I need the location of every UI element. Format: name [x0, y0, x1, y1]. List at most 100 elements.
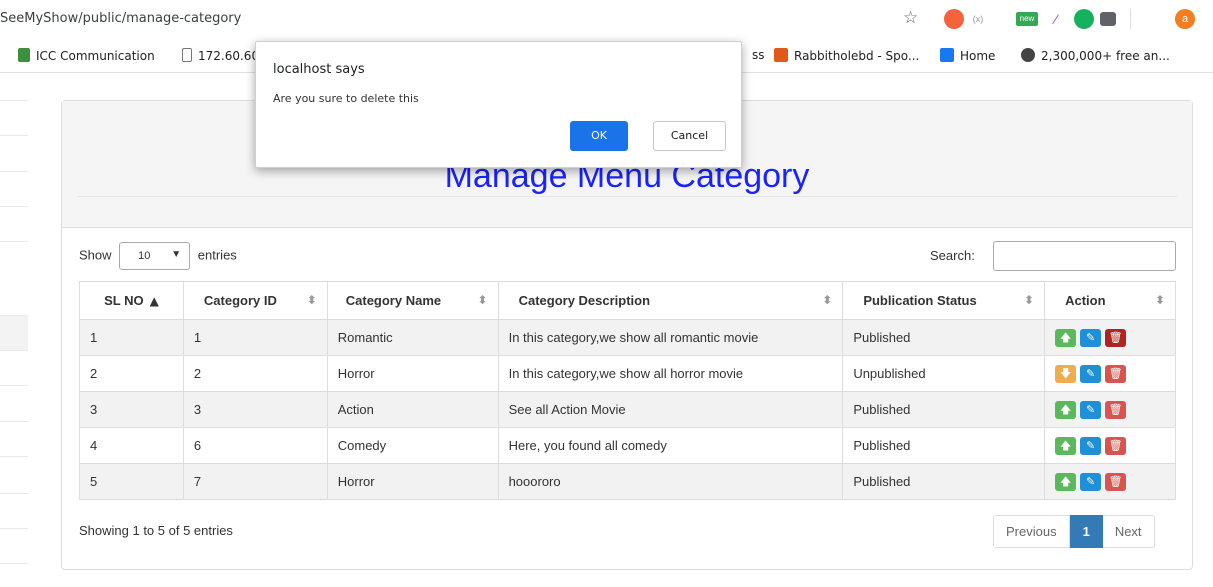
cell-category-name: Comedy	[326, 427, 499, 464]
cell-action: 🡅 ✎ 🗑	[1044, 391, 1176, 428]
search-label: Search:	[930, 248, 975, 263]
grammarly-icon[interactable]	[1074, 9, 1094, 29]
publish-button[interactable]: 🡇	[1055, 364, 1077, 383]
bookmark-label: 172.60.60	[198, 49, 260, 63]
cell-sl-no: 2	[79, 355, 184, 392]
site-icon	[1021, 48, 1035, 62]
cell-category-description: In this category,we show all horror movi…	[497, 355, 844, 392]
column-header-category-description[interactable]: Category Description ⬍	[497, 281, 844, 320]
cancel-button[interactable]: Cancel	[653, 121, 726, 151]
bookmark-label: 2,300,000+ free an...	[1041, 49, 1170, 63]
column-header-publication-status[interactable]: Publication Status ⬍	[842, 281, 1046, 320]
extension-icon[interactable]	[944, 9, 964, 29]
entries-select[interactable]: 10 ▼	[119, 242, 191, 270]
unpublish-button[interactable]: 🡅	[1055, 400, 1077, 419]
bookmark-label: ss	[752, 48, 765, 62]
cell-publication-status: Published	[842, 427, 1046, 464]
browser-address-bar: SeeMyShow/public/manage-category ☆ (x) n…	[0, 0, 1213, 37]
edit-button[interactable]: ✎	[1080, 436, 1102, 455]
camera-icon[interactable]	[1100, 12, 1116, 26]
table-row: 3 3 Action See all Action Movie Publishe…	[79, 391, 1176, 428]
bookmark-label: Home	[960, 49, 996, 63]
delete-button[interactable]: 🗑	[1105, 436, 1127, 455]
divider	[0, 171, 28, 172]
column-header-sl-no[interactable]: SL NO ▲	[79, 281, 184, 320]
sidebar-gutter	[0, 73, 28, 587]
delete-button[interactable]: 🗑	[1105, 400, 1127, 419]
entries-label: entries	[197, 247, 237, 263]
edit-button[interactable]: ✎	[1080, 328, 1102, 347]
edit-button[interactable]: ✎	[1080, 472, 1102, 491]
entries-length-control: Show 10 ▼ entries	[79, 242, 237, 270]
bookmark-ip[interactable]: 172.60.60	[182, 48, 259, 63]
edit-button[interactable]: ✎	[1080, 364, 1102, 383]
cell-publication-status: Published	[842, 463, 1046, 500]
dialog-title: localhost says	[273, 62, 365, 77]
profile-avatar[interactable]: a	[1175, 9, 1195, 29]
column-header-category-id[interactable]: Category ID ⬍	[182, 281, 328, 320]
ok-button[interactable]: OK	[570, 121, 628, 151]
bookmark-rabbithole[interactable]: Rabbitholebd - Spo...	[774, 48, 919, 63]
column-header-action[interactable]: Action ⬍	[1044, 281, 1176, 320]
cell-category-description: See all Action Movie	[497, 391, 844, 428]
sort-asc-icon: ▲	[149, 294, 159, 308]
previous-page-button[interactable]: Previous	[993, 515, 1070, 548]
bookmark-home[interactable]: Home	[940, 48, 995, 63]
cell-sl-no: 5	[79, 463, 184, 500]
cell-category-description: In this category,we show all romantic mo…	[497, 319, 844, 356]
divider	[0, 350, 28, 351]
cell-action: 🡅 ✎ 🗑	[1044, 319, 1176, 356]
cell-category-description: hooororo	[497, 463, 844, 500]
edit-button[interactable]: ✎	[1080, 400, 1102, 419]
delete-button[interactable]: 🗑	[1105, 328, 1127, 347]
cell-category-id: 7	[182, 463, 328, 500]
extension-icon[interactable]: (x)	[968, 9, 988, 29]
divider	[0, 563, 28, 564]
divider	[0, 206, 28, 207]
unpublish-button[interactable]: 🡅	[1055, 472, 1077, 491]
sort-icon: ⬍	[1154, 293, 1165, 307]
cell-category-name: Romantic	[326, 319, 499, 356]
cell-category-name: Horror	[326, 355, 499, 392]
show-label: Show	[79, 247, 112, 263]
feather-extension-icon[interactable]: ⁄	[1046, 9, 1066, 29]
divider	[0, 100, 28, 101]
divider	[0, 385, 28, 386]
column-header-category-name[interactable]: Category Name ⬍	[326, 281, 499, 320]
page-icon	[182, 48, 192, 62]
sidebar-highlight	[0, 316, 28, 350]
next-page-button[interactable]: Next	[1102, 515, 1155, 548]
page-1-button[interactable]: 1	[1069, 515, 1103, 548]
cell-category-id: 1	[182, 319, 328, 356]
delete-button[interactable]: 🗑	[1105, 472, 1127, 491]
table-row: 1 1 Romantic In this category,we show al…	[79, 319, 1176, 356]
bookmark-label: Rabbitholebd - Spo...	[794, 49, 920, 63]
chevron-down-icon: ▼	[171, 249, 182, 260]
cell-action: 🡅 ✎ 🗑	[1044, 463, 1176, 500]
divider	[0, 493, 28, 494]
divider	[0, 241, 28, 242]
unpublish-button[interactable]: 🡅	[1055, 328, 1077, 347]
table-info: Showing 1 to 5 of 5 entries	[79, 523, 233, 538]
divider	[0, 315, 28, 316]
bookmark-ss[interactable]: ss	[752, 48, 765, 62]
cell-category-name: Horror	[326, 463, 499, 500]
column-header-label: Action	[1065, 293, 1106, 308]
delete-button[interactable]: 🗑	[1105, 364, 1127, 383]
bookmark-star-icon[interactable]: ☆	[903, 8, 918, 28]
divider	[0, 456, 28, 457]
column-header-label: Category ID	[203, 293, 277, 308]
facebook-icon	[940, 48, 954, 62]
confirm-dialog: localhost says Are you sure to delete th…	[255, 41, 742, 168]
bookmark-icc[interactable]: ICC Communication	[18, 48, 155, 63]
table-row: 2 2 Horror In this category,we show all …	[79, 355, 1176, 392]
bookmark-free[interactable]: 2,300,000+ free an...	[1021, 48, 1170, 63]
column-header-label: Category Name	[345, 293, 442, 308]
unpublish-button[interactable]: 🡅	[1055, 436, 1077, 455]
bookmark-label: ICC Communication	[36, 49, 155, 63]
new-extension-icon[interactable]: new	[1016, 12, 1038, 26]
cell-publication-status: Published	[842, 391, 1046, 428]
search-input[interactable]	[993, 241, 1176, 271]
cell-publication-status: Unpublished	[842, 355, 1046, 392]
divider	[0, 421, 28, 422]
